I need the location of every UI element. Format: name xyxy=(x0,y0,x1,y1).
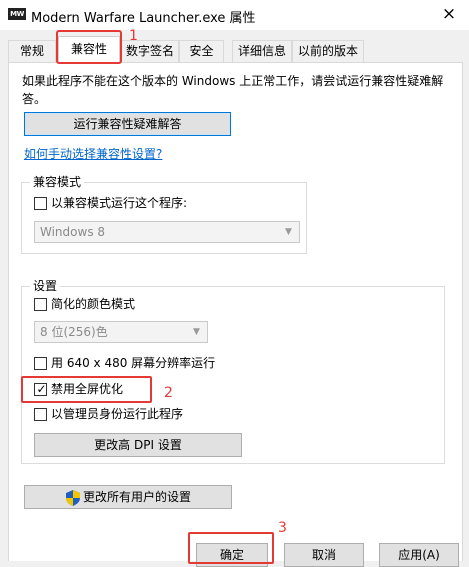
disable-fullscreen-checkbox[interactable] xyxy=(34,381,48,397)
app-icon: MW xyxy=(8,8,26,20)
run-as-admin-checkbox[interactable] xyxy=(34,408,47,421)
tab-previous-versions[interactable]: 以前的版本 xyxy=(292,40,364,62)
compat-mode-checkbox[interactable] xyxy=(34,197,47,210)
tab-general[interactable]: 常规 xyxy=(8,40,56,62)
run-as-admin-label: 以管理员身份运行此程序 xyxy=(51,407,184,421)
apply-button[interactable]: 应用(A) xyxy=(379,543,459,567)
compat-os-select-value: Windows 8 xyxy=(40,225,106,239)
change-all-users-button[interactable]: 更改所有用户的设置 xyxy=(24,485,232,509)
tab-details[interactable]: 详细信息 xyxy=(232,40,292,62)
reduced-color-label: 简化的颜色模式 xyxy=(51,297,136,311)
color-depth-select-value: 8 位(256)色 xyxy=(40,325,108,339)
close-icon[interactable]: × xyxy=(438,4,460,24)
compat-mode-label: 以兼容模式运行这个程序: xyxy=(51,196,188,210)
change-dpi-button[interactable]: 更改高 DPI 设置 xyxy=(34,433,242,457)
chevron-down-icon: ▼ xyxy=(285,227,292,237)
manual-settings-link[interactable]: 如何手动选择兼容性设置? xyxy=(24,145,162,162)
res-640-checkbox[interactable] xyxy=(34,357,47,370)
tab-security[interactable]: 安全 xyxy=(179,40,224,62)
annotation-2: 2 xyxy=(164,385,173,401)
res-640-label: 用 640 x 480 屏幕分辨率运行 xyxy=(51,356,216,370)
annotation-3: 3 xyxy=(278,520,287,536)
annotation-1: 1 xyxy=(129,28,138,44)
cancel-button[interactable]: 取消 xyxy=(284,543,364,567)
settings-group-label: 设置 xyxy=(30,279,61,293)
window-title: Modern Warfare Launcher.exe 属性 xyxy=(31,11,256,26)
compat-mode-group-label: 兼容模式 xyxy=(30,175,85,189)
annotation-box-ok xyxy=(188,532,274,564)
color-depth-select[interactable]: 8 位(256)色 ▼ xyxy=(34,321,208,343)
compat-mode-group xyxy=(21,182,307,254)
run-troubleshooter-button[interactable]: 运行兼容性疑难解答 xyxy=(24,112,231,136)
compat-os-select[interactable]: Windows 8 ▼ xyxy=(34,221,300,243)
reduced-color-checkbox[interactable] xyxy=(34,298,47,311)
title-bar: MW Modern Warfare Launcher.exe 属性 × xyxy=(0,0,469,30)
uac-shield-icon xyxy=(66,490,80,506)
intro-text: 如果此程序不能在这个版本的 Windows 上正常工作，请尝试运行兼容性疑难解答… xyxy=(22,74,444,106)
annotation-box-tab xyxy=(56,30,122,64)
chevron-down-icon: ▼ xyxy=(193,327,200,337)
change-all-users-label: 更改所有用户的设置 xyxy=(83,490,192,504)
disable-fullscreen-label: 禁用全屏优化 xyxy=(51,382,124,396)
